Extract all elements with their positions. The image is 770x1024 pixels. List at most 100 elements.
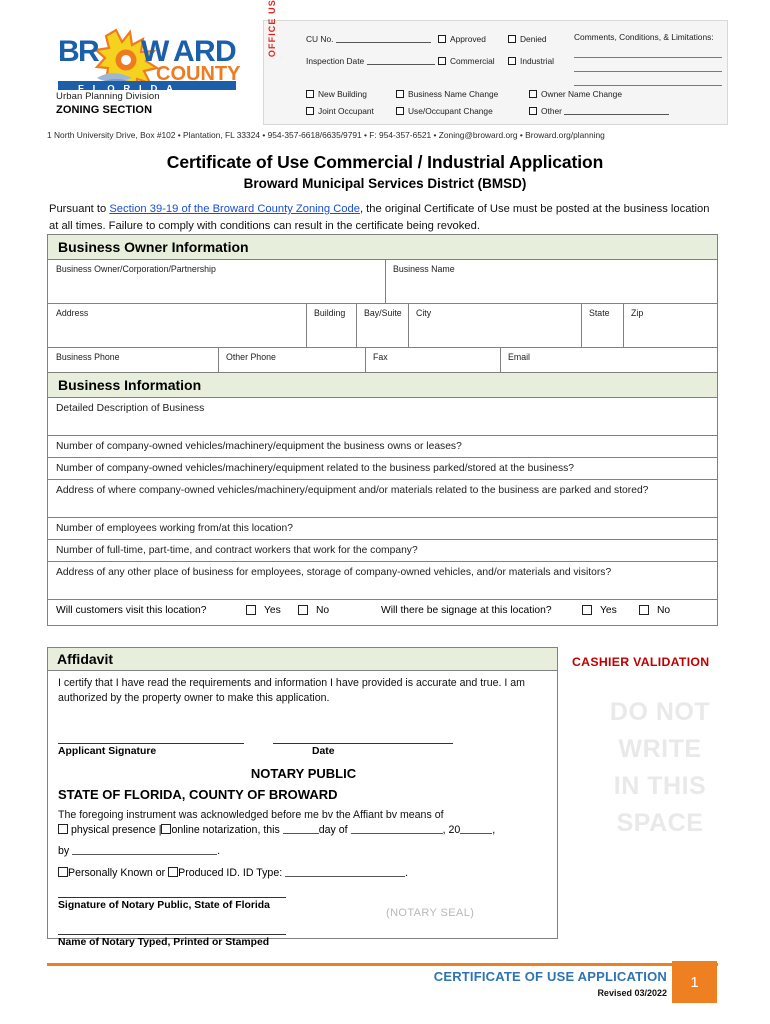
cu-no-field[interactable]: CU No. [306, 34, 431, 44]
owner-corp-partnership-label: Business Owner/Corporation/Partnership [56, 264, 216, 274]
watermark-line-3: IN THIS [613, 772, 707, 800]
svg-text:FLORIDA: FLORIDA [78, 84, 182, 91]
other-input-line[interactable] [564, 106, 670, 115]
applicant-signature-line[interactable] [58, 743, 244, 744]
personally-known-checkbox[interactable] [58, 867, 68, 877]
notary-seal-placeholder: (NOTARY SEAL) [386, 907, 475, 919]
svg-text:R: R [78, 35, 100, 68]
office-use-box: OFFICE USE ONLY CU No. Inspection Date A… [263, 0, 728, 125]
address-row: Address Building Bay/Suite City State Zi… [48, 304, 717, 348]
inspection-date-label: Inspection Date [306, 56, 365, 66]
commercial-checkbox-row[interactable]: Commercial [438, 56, 495, 66]
commercial-checkbox[interactable] [438, 57, 446, 65]
logo-svg: B R W A R D COUNTY FLORIDA [58, 28, 241, 91]
day-input-line[interactable] [282, 825, 319, 834]
other-checkbox[interactable] [529, 107, 537, 115]
business-name-change-checkbox[interactable] [396, 90, 404, 98]
produced-id-label: Produced ID. ID Type: [178, 867, 283, 879]
description-label: Detailed Description of Business [56, 403, 205, 414]
year-prefix-label: , 20 [442, 824, 461, 836]
footer-title: CERTIFICATE OF USE APPLICATION [433, 969, 667, 984]
business-name-change-label: Business Name Change [408, 89, 499, 99]
notary-name-line[interactable] [58, 934, 286, 935]
inspection-date-input-line[interactable] [366, 56, 435, 65]
applicant-signature-label: Applicant Signature [58, 746, 157, 757]
comments-line-1[interactable] [574, 57, 722, 58]
customers-no-checkbox[interactable] [298, 605, 308, 615]
by-input-line[interactable] [72, 846, 218, 855]
other-checkbox-row[interactable]: Other [529, 106, 670, 116]
signage-yes-checkbox[interactable] [582, 605, 592, 615]
business-information-heading: Business Information [48, 373, 717, 398]
physical-presence-label: physical presence | [70, 824, 162, 836]
do-not-write-watermark: DO NOT WRITE IN THIS SPACE [560, 694, 760, 842]
svg-text:B: B [58, 35, 79, 68]
comments-line-2[interactable] [574, 71, 722, 72]
description-row: Detailed Description of Business [48, 398, 717, 436]
commercial-label: Commercial [450, 56, 495, 66]
affidavit-heading: Affidavit [48, 648, 557, 671]
signage-no-checkbox[interactable] [639, 605, 649, 615]
customers-yes-label: Yes [264, 605, 281, 616]
by-label: by [58, 845, 70, 857]
question-label-2: Number of company-owned vehicles/machine… [56, 463, 574, 474]
joint-occupant-checkbox-row[interactable]: Joint Occupant [306, 106, 374, 116]
question-row-5: Number of full-time, part-time, and cont… [48, 540, 717, 562]
cashier-validation-title: CASHIER VALIDATION [572, 655, 710, 669]
approved-label: Approved [450, 34, 486, 44]
industrial-checkbox-row[interactable]: Industrial [508, 56, 554, 66]
month-input-line[interactable] [350, 825, 443, 834]
owner-name-change-checkbox-row[interactable]: Owner Name Change [529, 89, 622, 99]
denied-checkbox-row[interactable]: Denied [508, 34, 547, 44]
question-row-6: Address of any other place of business f… [48, 562, 717, 600]
customers-yes-checkbox[interactable] [246, 605, 256, 615]
notary-name-label: Name of Notary Typed, Printed or Stamped [58, 937, 270, 948]
industrial-checkbox[interactable] [508, 57, 516, 65]
produced-id-checkbox[interactable] [168, 867, 179, 877]
date-line[interactable] [273, 743, 453, 744]
question-row-2: Number of company-owned vehicles/machine… [48, 458, 717, 480]
year-input-line[interactable] [460, 825, 493, 834]
id-type-input-line[interactable] [285, 868, 406, 877]
use-occupant-change-checkbox-row[interactable]: Use/Occupant Change [396, 106, 493, 116]
division-label: Urban Planning Division [56, 91, 160, 102]
joint-occupant-label: Joint Occupant [318, 106, 374, 116]
business-name-change-checkbox-row[interactable]: Business Name Change [396, 89, 498, 99]
online-notarization-checkbox[interactable] [161, 824, 172, 834]
question-label-4: Number of employees working from/at this… [56, 523, 293, 534]
page-title: Certificate of Use Commercial / Industri… [166, 152, 604, 172]
approved-checkbox[interactable] [438, 35, 446, 43]
notary-public-heading: NOTARY PUBLIC [250, 766, 357, 781]
state-label: State [589, 308, 610, 318]
notary-signature-label: Signature of Notary Public, State of Flo… [58, 900, 270, 911]
id-verification-row: Personally Known or Produced ID. ID Type… [58, 867, 408, 879]
signage-no-label: No [657, 605, 671, 616]
notary-signature-line[interactable] [58, 897, 286, 898]
building-label: Building [314, 308, 346, 318]
comments-line-3[interactable] [574, 85, 722, 86]
approved-checkbox-row[interactable]: Approved [438, 34, 486, 44]
pursuant-pre: Pursuant to [49, 203, 110, 215]
footer-revision: Revised 03/2022 [597, 988, 667, 998]
business-owner-heading: Business Owner Information [48, 235, 717, 260]
signage-question-label: Will there be signage at this location? [381, 605, 552, 616]
zoning-code-link[interactable]: Section 39-19 of the Broward County Zoni… [109, 203, 360, 215]
denied-checkbox[interactable] [508, 35, 516, 43]
office-use-vertical-label: OFFICE USE ONLY [267, 0, 277, 58]
certify-text: I certify that I have read the requireme… [58, 677, 525, 704]
pursuant-paragraph: Pursuant to Section 39-19 of the Broward… [49, 201, 721, 234]
owner-name-change-checkbox[interactable] [529, 90, 537, 98]
owner-name-change-label: Owner Name Change [541, 89, 622, 99]
physical-presence-checkbox[interactable] [58, 824, 68, 834]
denied-label: Denied [520, 34, 547, 44]
footer-rule [47, 963, 718, 966]
cu-no-input-line[interactable] [335, 34, 431, 43]
page-header: B R W A R D COUNTY FLORIDA Urban Plannin… [0, 0, 770, 140]
by-row: by . [58, 845, 221, 857]
business-information-section: Business Information Detailed Descriptio… [47, 372, 718, 626]
inspection-date-field[interactable]: Inspection Date [306, 56, 435, 66]
new-building-checkbox-row[interactable]: New Building [306, 89, 367, 99]
use-occupant-change-checkbox[interactable] [396, 107, 404, 115]
new-building-checkbox[interactable] [306, 90, 314, 98]
joint-occupant-checkbox[interactable] [306, 107, 314, 115]
